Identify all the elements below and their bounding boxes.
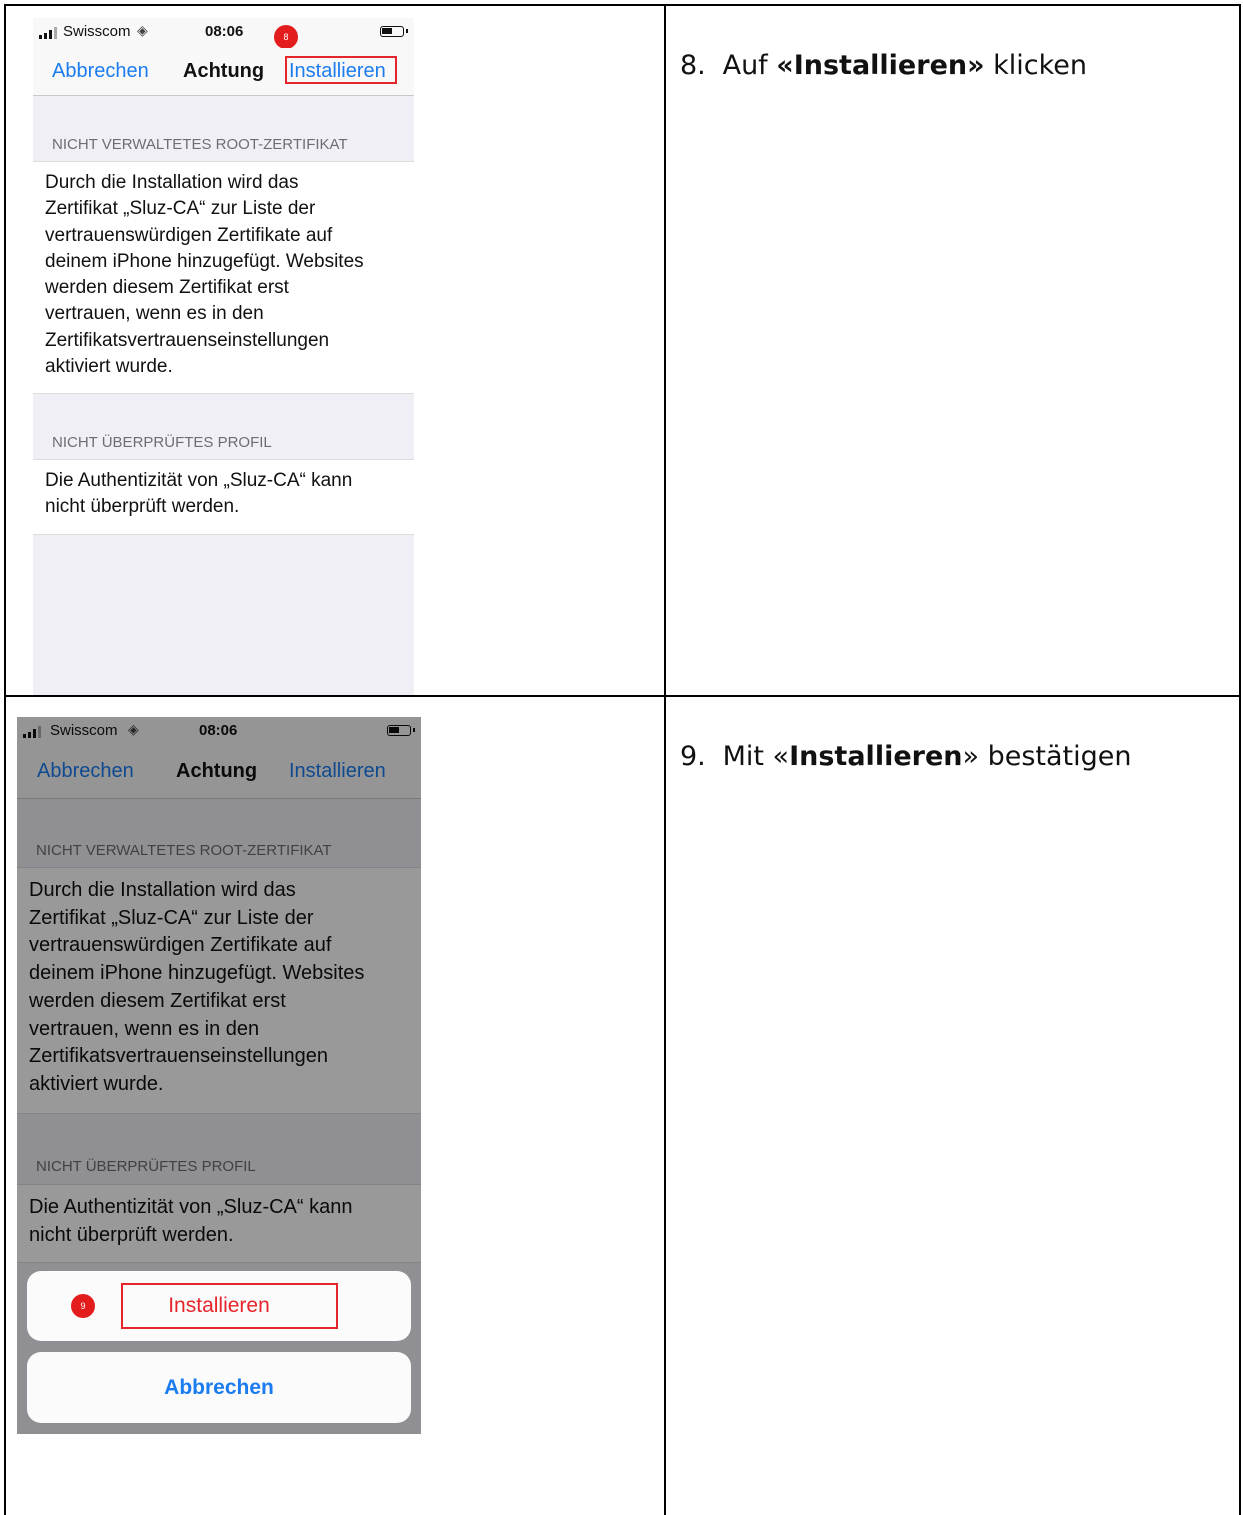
step-badge: 9 xyxy=(71,1294,95,1318)
text-line: nicht überprüft werden. xyxy=(45,496,240,518)
section-header: NICHT VERWALTETES ROOT-ZERTIFIKAT xyxy=(52,136,348,153)
carrier-name: Swisscom xyxy=(63,23,131,40)
action-sheet-cancel-button[interactable]: Abbrechen xyxy=(27,1352,411,1423)
nav-title: Achtung xyxy=(183,60,265,82)
step-text-suffix: klicken xyxy=(984,50,1088,81)
text-line: aktiviert wurde. xyxy=(45,356,173,378)
text-line: Die Authentizität von „Sluz-CA“ kann xyxy=(45,470,353,491)
text-line: vertrauen, wenn es in den xyxy=(45,303,264,325)
text-line: Zertifikat „Sluz-CA“ zur Liste der xyxy=(45,198,316,220)
text-line: Durch die Installation wird das xyxy=(45,172,299,193)
wifi-icon: ◈ xyxy=(137,22,148,38)
text-line: Zertifikatsvertrauenseinstellungen xyxy=(45,329,330,351)
install-highlight-box xyxy=(121,1283,338,1329)
warning-text-cell: Die Authentizität von „Sluz-CA“ kann nic… xyxy=(33,459,414,535)
step-text-prefix: Mit « xyxy=(722,741,790,772)
step-text-prefix: Auf xyxy=(722,50,777,81)
battery-icon xyxy=(380,26,408,37)
status-time: 08:06 xyxy=(205,23,244,40)
table-row-divider xyxy=(4,695,1241,697)
step-8-instruction: 8. Auf «Installieren» klicken xyxy=(680,50,1087,81)
step-text-suffix: » bestätigen xyxy=(962,741,1132,772)
step-text-bold: Installieren xyxy=(789,741,963,772)
text-line: vertrauenswürdigen Zertifikate auf xyxy=(45,224,333,246)
step-9-instruction: 9. Mit «Installieren» bestätigen xyxy=(680,741,1132,772)
iphone-screenshot-step-8: Swisscom ◈ 08:06 8 Abbrechen Achtung Ins… xyxy=(33,18,414,695)
install-highlight-box xyxy=(285,56,397,84)
signal-icon xyxy=(39,27,57,39)
step-text-bold: «Installieren» xyxy=(776,50,985,81)
step-badge: 8 xyxy=(274,25,298,49)
warning-text-cell: Durch die Installation wird das Zertifik… xyxy=(33,161,414,394)
iphone-screenshot-step-9: Swisscom ◈ 08:06 Abbrechen Achtung Insta… xyxy=(17,717,421,1434)
table-column-divider xyxy=(664,4,666,1515)
step-number: 9. xyxy=(680,741,706,772)
text-line: werden diesem Zertifikat erst xyxy=(45,277,289,299)
text-line: deinem iPhone hinzugefügt. Websites xyxy=(45,250,364,272)
status-bar: Swisscom ◈ 08:06 xyxy=(33,18,414,48)
section-header: NICHT ÜBERPRÜFTES PROFIL xyxy=(52,434,272,451)
cancel-button[interactable]: Abbrechen xyxy=(52,60,149,83)
step-number: 8. xyxy=(680,50,706,81)
